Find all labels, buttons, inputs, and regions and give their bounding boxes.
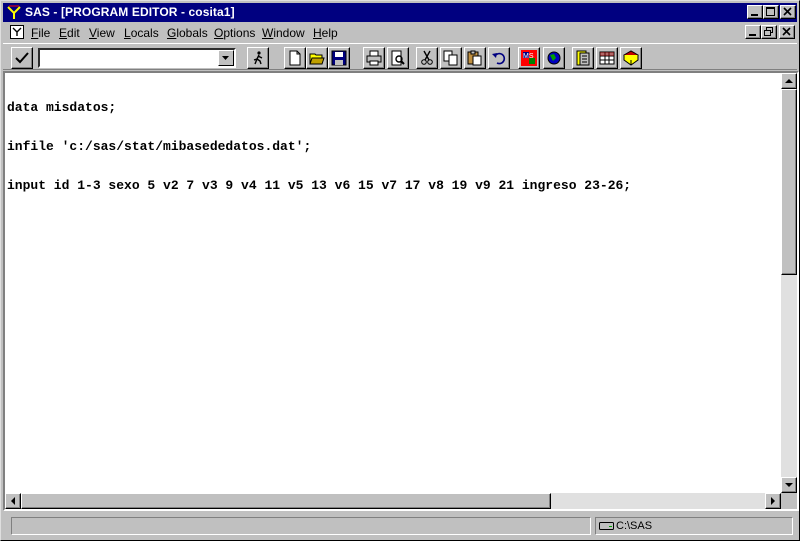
doc-close-button[interactable] bbox=[779, 25, 795, 39]
paste-icon bbox=[467, 50, 482, 66]
code-line[interactable]: input id 1-3 sexo 5 v2 7 v3 9 v4 11 v5 1… bbox=[7, 179, 631, 192]
maximize-icon bbox=[766, 7, 775, 16]
minimize-icon bbox=[751, 14, 758, 16]
menu-edit[interactable]: Edit bbox=[59, 26, 80, 40]
print-button[interactable] bbox=[363, 47, 385, 69]
ms-office-icon: MS bbox=[521, 50, 537, 66]
help-book-button[interactable] bbox=[620, 47, 642, 69]
code-line[interactable]: infile 'c:/sas/stat/mibasededatos.dat'; bbox=[7, 140, 631, 153]
command-dropdown-button[interactable] bbox=[218, 50, 234, 66]
status-path-panel: C:\SAS bbox=[595, 517, 793, 535]
library-button[interactable] bbox=[572, 47, 594, 69]
undo-icon bbox=[492, 52, 506, 65]
close-button[interactable] bbox=[780, 5, 796, 19]
command-combobox[interactable] bbox=[38, 48, 236, 68]
new-button[interactable] bbox=[284, 47, 306, 69]
scroll-down-button[interactable] bbox=[781, 477, 797, 493]
scroll-up-button[interactable] bbox=[781, 73, 797, 89]
program-editor[interactable]: data misdatos; infile 'c:/sas/stat/mibas… bbox=[3, 71, 799, 511]
document-system-icon[interactable] bbox=[10, 25, 24, 39]
close-icon bbox=[783, 7, 792, 16]
menu-help[interactable]: Help bbox=[313, 26, 338, 40]
horizontal-scrollbar[interactable] bbox=[5, 493, 781, 509]
save-icon bbox=[331, 50, 347, 66]
minimize-icon bbox=[749, 34, 756, 36]
drive-icon bbox=[599, 522, 614, 530]
vertical-scrollbar[interactable] bbox=[781, 73, 797, 493]
code-area[interactable]: data misdatos; infile 'c:/sas/stat/mibas… bbox=[7, 75, 631, 218]
menu-options[interactable]: Options bbox=[214, 26, 255, 40]
print-preview-icon bbox=[391, 50, 405, 66]
sas-app-icon[interactable] bbox=[6, 5, 22, 20]
table-icon bbox=[599, 51, 615, 65]
title-bar[interactable]: SAS - [PROGRAM EDITOR - cosita1] bbox=[3, 3, 797, 22]
doc-restore-button[interactable] bbox=[761, 25, 777, 39]
svg-text:MS: MS bbox=[523, 53, 534, 60]
copy-icon bbox=[443, 50, 458, 66]
sas-window: SAS - [PROGRAM EDITOR - cosita1] File Ed… bbox=[0, 0, 800, 541]
save-button[interactable] bbox=[328, 47, 350, 69]
toolbar: MS bbox=[3, 43, 797, 70]
window-title: SAS - [PROGRAM EDITOR - cosita1] bbox=[25, 5, 235, 19]
open-icon bbox=[309, 53, 325, 65]
new-icon bbox=[289, 50, 301, 66]
menu-file[interactable]: File bbox=[31, 26, 50, 40]
library-icon bbox=[576, 50, 590, 66]
arrow-down-icon bbox=[785, 483, 793, 487]
ms-office-button[interactable]: MS bbox=[518, 47, 540, 69]
scroll-right-button[interactable] bbox=[765, 493, 781, 509]
scroll-corner bbox=[781, 493, 797, 509]
globe-button[interactable] bbox=[543, 47, 565, 69]
print-icon bbox=[366, 50, 382, 66]
code-line[interactable]: data misdatos; bbox=[7, 101, 631, 114]
open-button[interactable] bbox=[306, 47, 328, 69]
run-button[interactable] bbox=[247, 47, 269, 69]
menu-window[interactable]: Window bbox=[262, 26, 305, 40]
scroll-left-button[interactable] bbox=[5, 493, 21, 509]
help-book-icon bbox=[623, 50, 639, 66]
menu-view[interactable]: View bbox=[89, 26, 115, 40]
menu-locals[interactable]: Locals bbox=[124, 26, 159, 40]
vertical-scroll-thumb[interactable] bbox=[781, 89, 797, 275]
status-message-panel bbox=[11, 517, 591, 535]
status-bar: C:\SAS bbox=[3, 513, 799, 539]
arrow-left-icon bbox=[11, 497, 15, 505]
menu-globals[interactable]: Globals bbox=[167, 26, 208, 40]
print-preview-button[interactable] bbox=[387, 47, 409, 69]
cut-icon bbox=[421, 50, 433, 65]
arrow-up-icon bbox=[785, 79, 793, 83]
horizontal-scroll-thumb[interactable] bbox=[21, 493, 551, 509]
status-path: C:\SAS bbox=[616, 520, 653, 532]
submit-check-button[interactable] bbox=[11, 47, 33, 69]
globe-icon bbox=[547, 51, 561, 65]
restore-icon bbox=[764, 27, 773, 36]
arrow-right-icon bbox=[771, 497, 775, 505]
undo-button[interactable] bbox=[488, 47, 510, 69]
maximize-button[interactable] bbox=[763, 5, 779, 19]
run-icon bbox=[253, 51, 263, 65]
paste-button[interactable] bbox=[464, 47, 486, 69]
table-button[interactable] bbox=[596, 47, 618, 69]
minimize-button[interactable] bbox=[747, 5, 763, 19]
submit-check-icon bbox=[15, 52, 29, 64]
menu-bar: File Edit View Locals Globals Options Wi… bbox=[3, 23, 797, 42]
copy-button[interactable] bbox=[440, 47, 462, 69]
chevron-down-icon bbox=[222, 56, 229, 60]
close-icon bbox=[782, 27, 791, 36]
doc-minimize-button[interactable] bbox=[745, 25, 761, 39]
cut-button[interactable] bbox=[416, 47, 438, 69]
